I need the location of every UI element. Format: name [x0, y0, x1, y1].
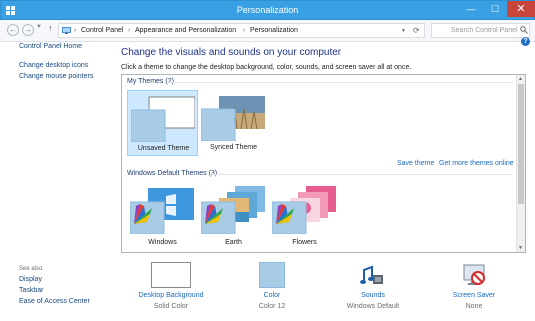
default-themes-heading: Windows Default Themes (3): [127, 170, 218, 177]
back-arrow-icon[interactable]: ←: [7, 24, 19, 36]
ease-of-access-link[interactable]: Ease of Access Center: [19, 298, 90, 305]
control-panel-icon: [62, 27, 71, 34]
themes-scrollbar[interactable]: ▲ ▼: [516, 75, 525, 252]
scroll-down-icon[interactable]: ▼: [518, 245, 523, 251]
search-input[interactable]: Search Control Panel: [431, 23, 530, 38]
desktop-background-value: Solid Color: [153, 303, 189, 310]
sounds-label: Sounds: [361, 292, 385, 299]
breadcrumb-personalization[interactable]: Personalization: [250, 27, 298, 34]
screen-saver-label: Screen Saver: [452, 292, 496, 299]
page-title: Change the visuals and sounds on your co…: [121, 47, 342, 58]
window-title: Personalization: [236, 5, 299, 15]
minimize-button[interactable]: —: [459, 1, 483, 17]
color-swatch: [259, 262, 285, 288]
forward-arrow-icon[interactable]: →: [22, 24, 34, 36]
control-panel-home-link[interactable]: Control Panel Home: [19, 43, 82, 50]
help-icon[interactable]: ?: [521, 37, 530, 46]
theme-tile-windows[interactable]: Windows: [127, 181, 198, 247]
maximize-button[interactable]: ☐: [483, 1, 507, 17]
desktop-background-preview: [151, 262, 191, 288]
display-link[interactable]: Display: [19, 276, 42, 283]
breadcrumb-control-panel[interactable]: Control Panel: [81, 27, 123, 34]
screen-saver-value: None: [465, 303, 483, 310]
color-label: Color: [263, 292, 281, 299]
breadcrumb-separator: ›: [128, 27, 131, 34]
theme-tile-flowers[interactable]: Flowers: [269, 181, 340, 247]
theme-label: Flowers: [292, 239, 317, 246]
search-placeholder: Search Control Panel: [451, 27, 518, 34]
theme-tile-synced[interactable]: Synced Theme: [198, 90, 269, 156]
theme-preview: [131, 96, 195, 142]
see-also-heading: See also: [19, 266, 43, 272]
close-button[interactable]: ✕: [507, 1, 535, 17]
refresh-icon[interactable]: ⟳: [413, 26, 420, 35]
sounds-icon: [360, 265, 383, 284]
divider: [212, 174, 513, 175]
theme-label: Earth: [225, 239, 242, 246]
theme-preview: [272, 186, 336, 234]
scroll-thumb[interactable]: [518, 84, 524, 204]
breadcrumb[interactable]: › Control Panel › Appearance and Persona…: [58, 23, 425, 38]
theme-preview: [201, 186, 265, 234]
address-bar: ← → ▼ ↑ › Control Panel › Appearance and…: [0, 20, 535, 42]
theme-label: Unsaved Theme: [137, 145, 190, 152]
desktop-background-label: Desktop Background: [138, 292, 204, 299]
theme-tile-earth[interactable]: Earth: [198, 181, 269, 247]
theme-preview: [130, 188, 194, 234]
breadcrumb-separator: ›: [243, 27, 246, 34]
save-theme-link[interactable]: Save theme: [397, 160, 434, 167]
change-desktop-icons-link[interactable]: Change desktop icons: [19, 62, 88, 69]
my-themes-heading: My Themes (2): [127, 78, 174, 85]
theme-preview: [201, 96, 265, 141]
divider: [168, 82, 513, 83]
title-bar: Personalization — ☐ ✕: [0, 0, 535, 20]
theme-tile-unsaved[interactable]: Unsaved Theme: [127, 90, 198, 156]
theme-label: Windows: [148, 239, 177, 246]
change-mouse-pointers-link[interactable]: Change mouse pointers: [19, 73, 93, 80]
page-description: Click a theme to change the desktop back…: [121, 64, 412, 71]
taskbar-link[interactable]: Taskbar: [19, 287, 44, 294]
up-arrow-icon[interactable]: ↑: [48, 23, 53, 33]
sounds-value: Windows Default: [346, 303, 400, 310]
path-dropdown-icon[interactable]: ▼: [401, 28, 406, 34]
theme-label: Synced Theme: [210, 144, 257, 151]
color-value: Color 12: [258, 303, 286, 310]
breadcrumb-appearance[interactable]: Appearance and Personalization: [135, 27, 236, 34]
get-more-themes-link[interactable]: Get more themes online: [439, 160, 514, 167]
recent-pages-dropdown[interactable]: ▼: [36, 24, 42, 30]
scroll-up-icon[interactable]: ▲: [518, 76, 523, 82]
screen-saver-icon: [463, 264, 485, 285]
search-icon[interactable]: [520, 26, 528, 34]
themes-list: My Themes (2) Unsaved Theme Synced Theme…: [121, 74, 526, 253]
breadcrumb-separator: ›: [74, 27, 77, 34]
